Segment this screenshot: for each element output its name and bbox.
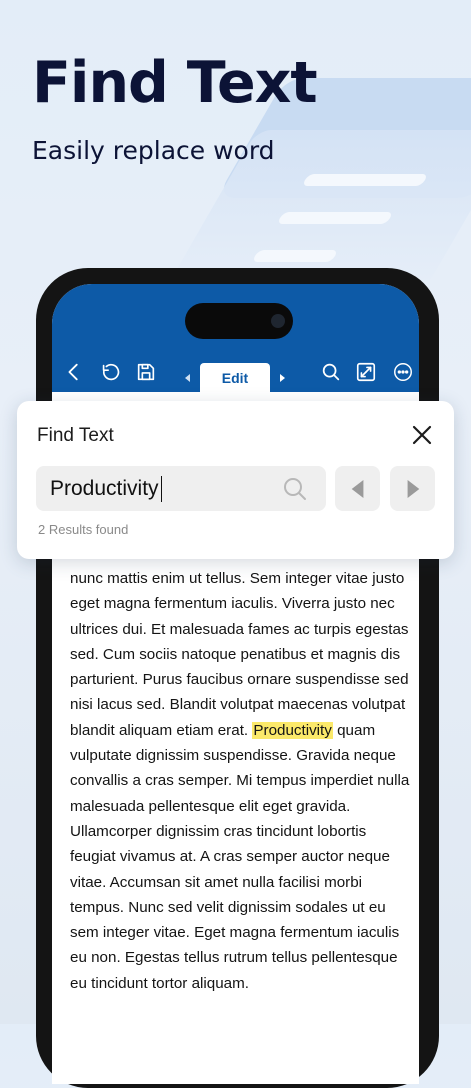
find-search-input[interactable]: Productivity — [36, 466, 326, 511]
app-toolbar: Edit — [52, 284, 419, 392]
camera-icon — [271, 314, 285, 328]
search-icon — [282, 476, 308, 502]
find-panel-title: Find Text — [37, 425, 114, 446]
back-icon[interactable] — [62, 360, 86, 384]
hero-title: Find Text — [32, 50, 318, 116]
background-decoration — [276, 212, 394, 224]
document-text: quam vulputate dignissim suspendisse. Gr… — [70, 721, 410, 992]
more-icon[interactable] — [391, 360, 415, 384]
background-decoration — [301, 174, 429, 186]
tab-edit[interactable]: Edit — [200, 363, 270, 392]
triangle-right-icon — [407, 479, 419, 498]
document-body: nunc mattis enim ut tellus. Sem integer … — [70, 566, 415, 996]
text-cursor — [160, 475, 163, 502]
triangle-left-icon — [351, 479, 363, 498]
find-search-value: Productivity — [50, 476, 159, 500]
expand-icon[interactable] — [354, 360, 378, 384]
tab-next-arrow-icon[interactable] — [280, 374, 285, 382]
background-decoration — [251, 250, 339, 262]
undo-icon[interactable] — [98, 360, 122, 384]
find-text-panel: Find Text Productivity 2 Results found — [17, 401, 454, 559]
dynamic-island — [185, 303, 293, 339]
save-icon[interactable] — [134, 360, 158, 384]
search-icon[interactable] — [319, 360, 343, 384]
results-count: 2 Results found — [38, 522, 129, 537]
hero-subtitle: Easily replace word — [32, 136, 275, 165]
document-text: nunc mattis enim ut tellus. Sem integer … — [70, 570, 409, 739]
tab-prev-arrow-icon[interactable] — [185, 374, 190, 382]
previous-result-button[interactable] — [335, 466, 380, 511]
close-icon[interactable] — [410, 423, 434, 447]
search-match-highlight: Productivity — [252, 721, 333, 739]
next-result-button[interactable] — [390, 466, 435, 511]
